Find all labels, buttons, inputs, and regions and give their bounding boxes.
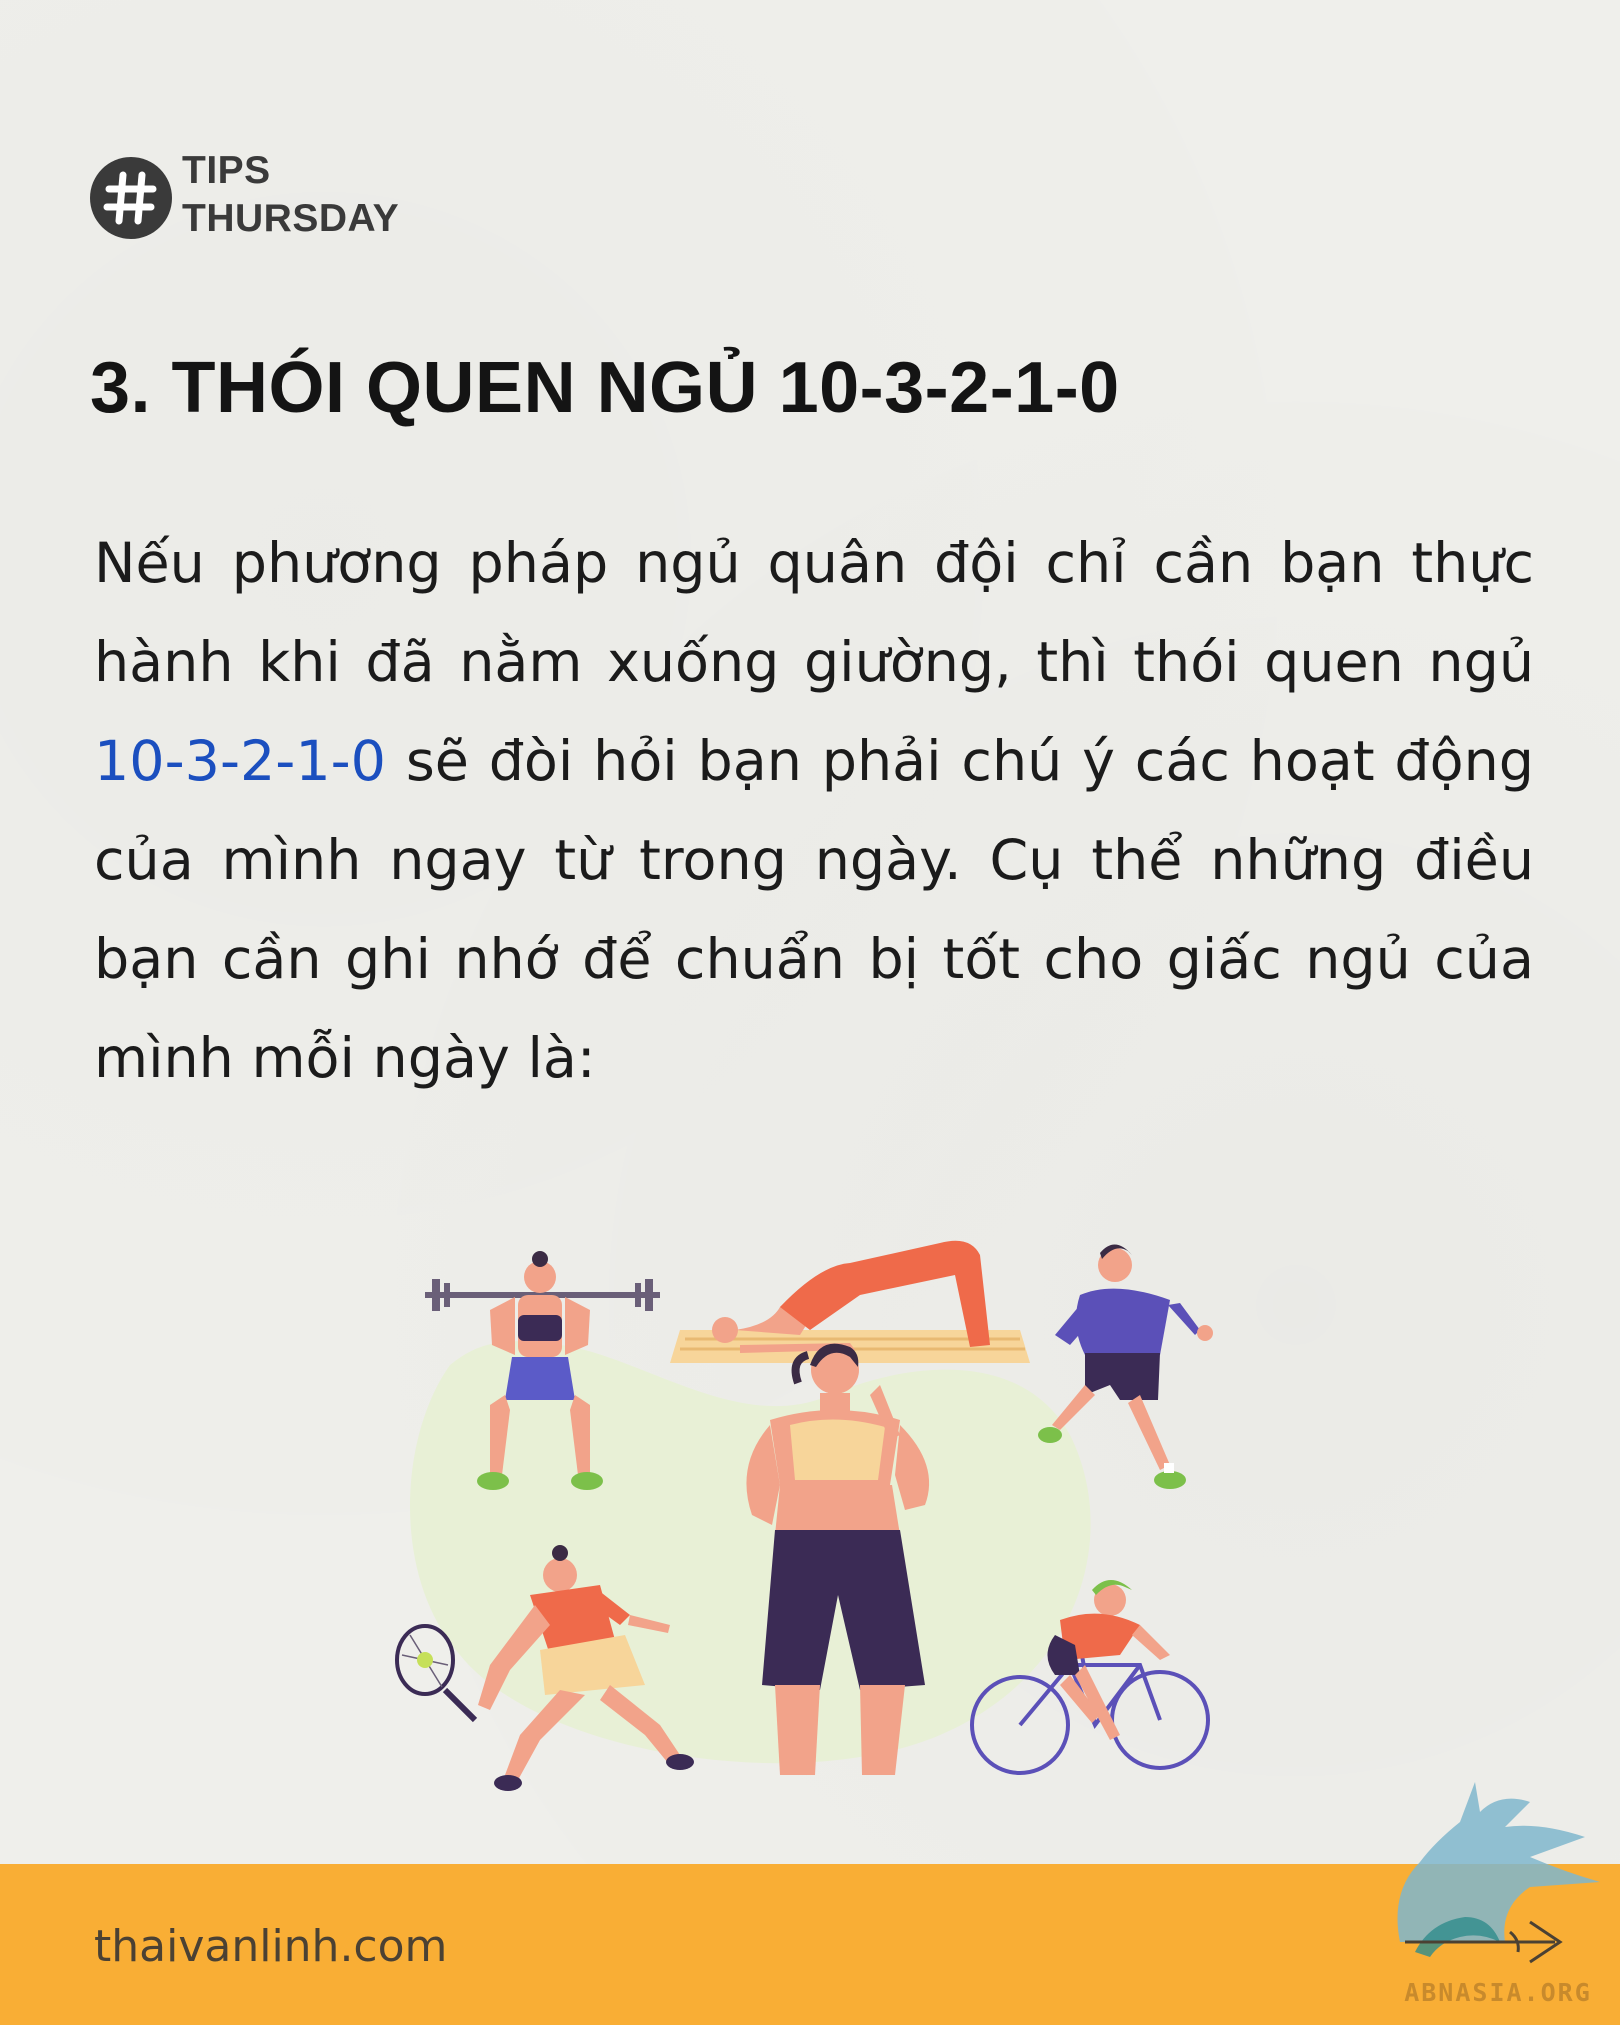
hashtag-badge: [90, 157, 172, 239]
background-blob: [410, 1341, 1091, 1764]
website-url[interactable]: thaivanlinh.com: [94, 1921, 447, 1972]
logo-text: ABNASIA.ORG: [1404, 1978, 1592, 2007]
page-title: 3. THÓI QUEN NGỦ 10-3-2-1-0: [90, 348, 1120, 428]
body-paragraph: Nếu phương pháp ngủ quân đội chỉ cần bạn…: [94, 514, 1534, 1108]
yoga-figure: [670, 1240, 1030, 1363]
highlight-text: 10-3-2-1-0: [94, 729, 386, 794]
tag-tips: TIPS: [182, 149, 271, 192]
hashtag-icon: [103, 171, 157, 225]
tag-thursday: THURSDAY: [182, 197, 400, 240]
body-text-start: Nếu phương pháp ngủ quân đội chỉ cần bạn…: [94, 531, 1534, 695]
fitness-illustration: [395, 1240, 1213, 1791]
abnasia-logo: [1397, 1782, 1600, 1964]
